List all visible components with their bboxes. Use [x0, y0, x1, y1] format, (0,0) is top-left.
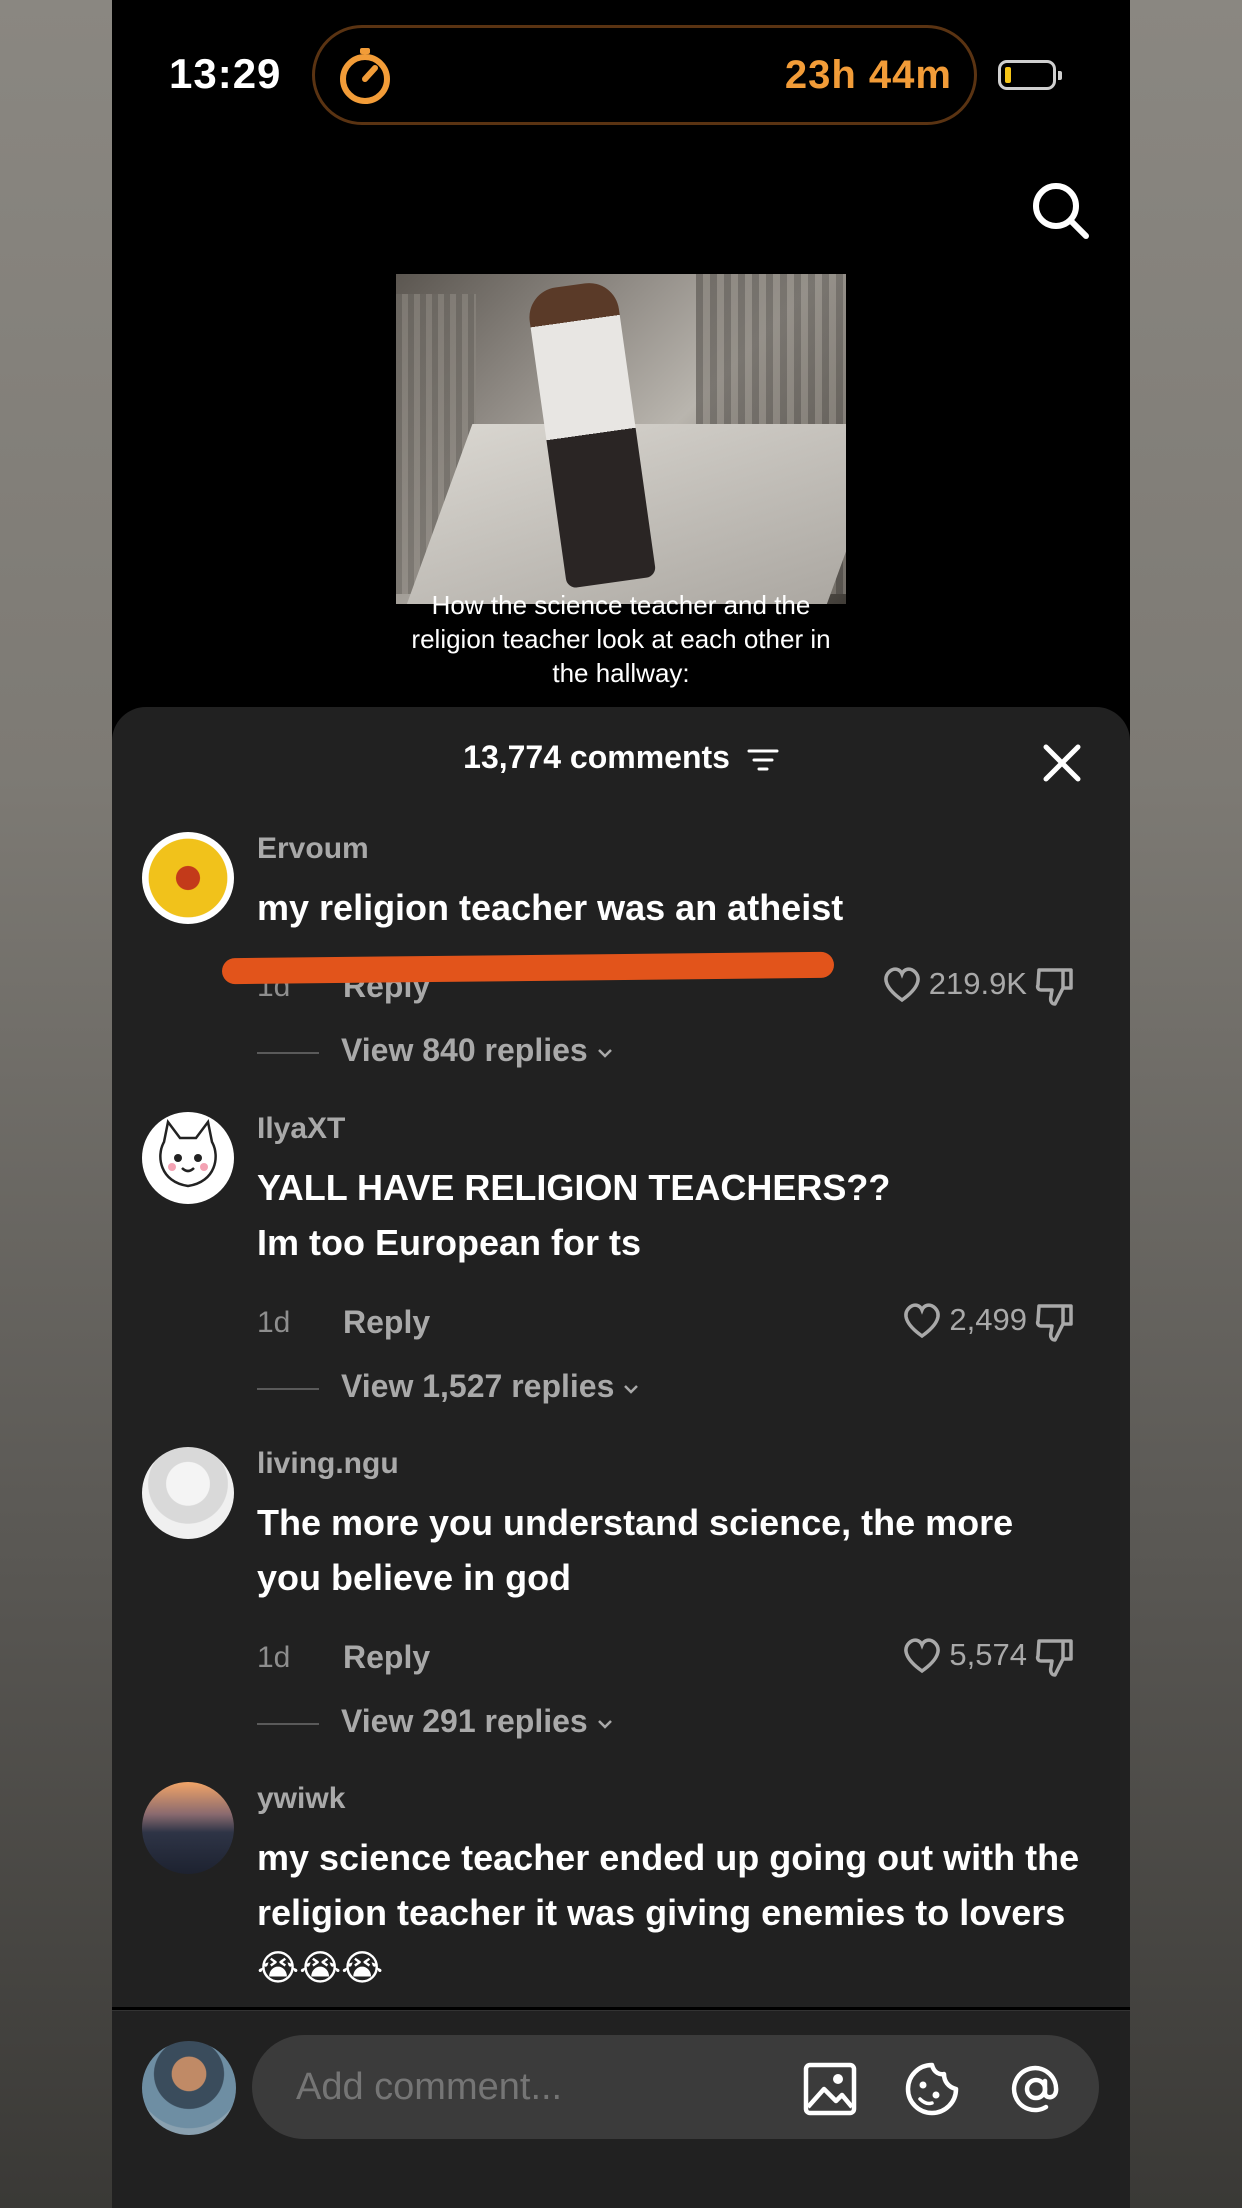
comment-age: 1d — [257, 1641, 291, 1674]
avatar[interactable] — [142, 1447, 234, 1539]
like-button[interactable]: 219.9K — [881, 964, 1027, 1004]
comment-username[interactable]: living.ngu — [257, 1447, 399, 1481]
crying-emojis: 😭😭😭 — [257, 1948, 384, 1989]
comment-text: my science teacher ended up going out wi… — [257, 1830, 1087, 1996]
like-button[interactable]: 5,574 — [901, 1635, 1027, 1675]
comment-username[interactable]: IlyaXT — [257, 1112, 345, 1146]
view-replies-label: View 840 replies — [341, 1032, 588, 1068]
view-replies-label: View 291 replies — [341, 1703, 588, 1739]
battery-level — [1005, 67, 1011, 83]
my-avatar[interactable] — [142, 2041, 236, 2135]
comment-actions: 1d Reply 2,499 — [257, 1300, 1107, 1345]
close-icon[interactable] — [1042, 743, 1082, 783]
like-count: 219.9K — [928, 966, 1027, 1001]
heart-icon — [904, 1303, 941, 1339]
video-caption: How the science teacher and the religion… — [411, 590, 831, 688]
view-replies-label: View 1,527 replies — [341, 1368, 615, 1404]
comment-text: YALL HAVE RELIGION TEACHERS?? Im too Eur… — [257, 1160, 1087, 1270]
comment-count: 13,774 comments — [463, 739, 730, 775]
video-frame[interactable] — [396, 274, 846, 604]
avatar[interactable] — [142, 1112, 234, 1204]
chevron-down-icon — [597, 1719, 612, 1729]
mention-icon[interactable] — [1008, 2061, 1064, 2117]
comment-username[interactable]: ywiwk — [257, 1782, 345, 1816]
comment-username[interactable]: Ervoum — [257, 832, 369, 866]
dislike-icon[interactable] — [1033, 1635, 1077, 1679]
like-button[interactable]: 2,499 — [901, 1300, 1027, 1340]
comment-composer — [112, 2010, 1130, 2208]
battery-icon — [998, 60, 1062, 90]
replies-divider — [257, 1723, 319, 1725]
image-icon[interactable] — [802, 2061, 858, 2117]
comment-text: my religion teacher was an atheist — [257, 887, 844, 928]
avatar[interactable] — [142, 1782, 234, 1874]
stopwatch-icon — [340, 48, 390, 104]
comment-text-line-1: YALL HAVE RELIGION TEACHERS?? — [257, 1167, 891, 1208]
search-icon[interactable] — [1030, 180, 1092, 242]
comment-text-line-2: Im too European for ts — [257, 1222, 642, 1263]
reply-button[interactable]: Reply — [343, 1304, 430, 1341]
comment-text-body: my science teacher ended up going out wi… — [257, 1837, 1080, 1933]
status-time: 13:29 — [169, 50, 282, 97]
cat-avatar-icon — [159, 1119, 217, 1188]
like-count: 2,499 — [949, 1302, 1027, 1337]
chevron-down-icon — [624, 1384, 639, 1394]
comment-age: 1d — [257, 1306, 291, 1339]
comments-sheet: 13,774 comments Ervoum my religion teach… — [112, 707, 1130, 2007]
phone-screen: 13:29 23h 44m How the science teacher an… — [112, 0, 1130, 2208]
dislike-icon[interactable] — [1033, 1300, 1077, 1344]
sticker-icon[interactable] — [904, 2061, 960, 2117]
screen-time-pill[interactable]: 23h 44m — [312, 25, 977, 125]
heart-icon — [904, 1638, 941, 1674]
replies-divider — [257, 1052, 319, 1054]
dislike-icon[interactable] — [1033, 964, 1077, 1008]
reply-button[interactable]: Reply — [343, 1639, 430, 1676]
like-count: 5,574 — [949, 1637, 1027, 1672]
replies-divider — [257, 1388, 319, 1390]
chevron-down-icon — [597, 1048, 612, 1058]
add-comment-input[interactable] — [252, 2035, 1099, 2139]
timer-text: 23h 44m — [784, 53, 952, 97]
comment-actions: 1d Reply 5,574 — [257, 1635, 1107, 1680]
comment-text: The more you understand science, the mor… — [257, 1502, 1014, 1598]
comments-header[interactable]: 13,774 comments — [112, 739, 1130, 776]
heart-icon — [883, 967, 920, 1003]
sort-filter-icon[interactable] — [747, 747, 779, 773]
avatar[interactable] — [142, 832, 234, 924]
